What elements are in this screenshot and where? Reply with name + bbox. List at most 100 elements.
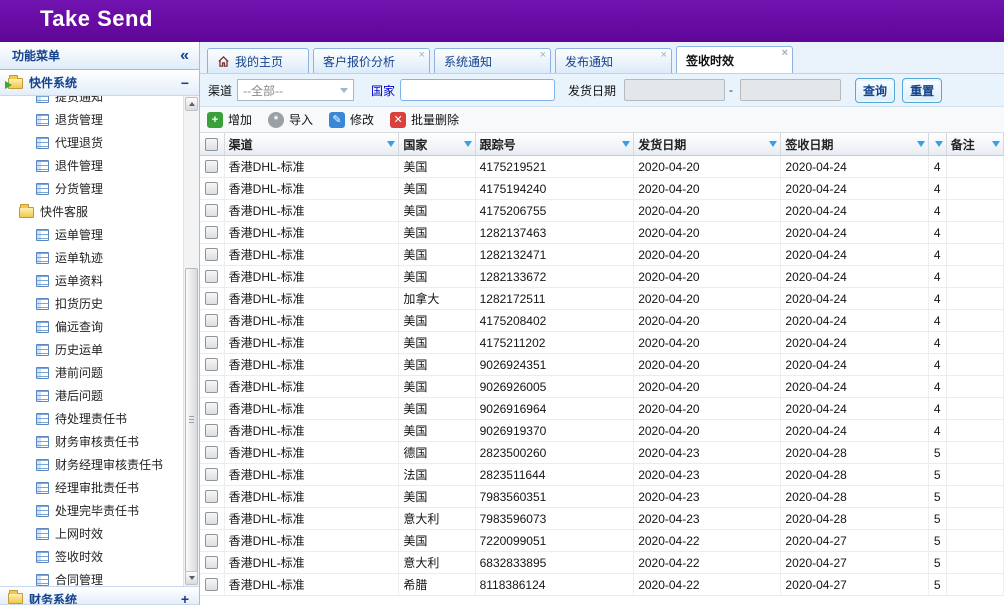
sidebar-item-退货管理[interactable]: 退货管理 [0,108,182,131]
close-tab-icon[interactable]: × [540,50,546,61]
row-checkbox[interactable] [205,270,218,283]
sort-icon[interactable] [992,141,1000,147]
sidebar: 功能菜单 « 快件系统 − 提货通知退货管理代理退货退件管理分货管理快件客服运单… [0,42,200,605]
sidebar-item-偏远查询[interactable]: 偏远查询 [0,315,182,338]
cell: 美国 [399,156,475,177]
row-checkbox[interactable] [205,556,218,569]
sidebar-item-港后问题[interactable]: 港后问题 [0,384,182,407]
grid-icon [36,252,49,264]
search-button[interactable]: 查询 [855,78,895,103]
row-checkbox[interactable] [205,446,218,459]
sidebar-item-港前问题[interactable]: 港前问题 [0,361,182,384]
column-header-国家[interactable]: 国家 [399,133,475,155]
row-checkbox[interactable] [205,578,218,591]
sort-icon[interactable] [464,141,472,147]
tab-发布通知[interactable]: 发布通知× [555,48,672,73]
close-tab-icon[interactable]: × [661,50,667,61]
row-checkbox-cell [200,398,225,419]
row-checkbox[interactable] [205,468,218,481]
reset-button[interactable]: 重置 [902,78,942,103]
row-checkbox[interactable] [205,512,218,525]
sidebar-item-运单轨迹[interactable]: 运单轨迹 [0,246,182,269]
close-tab-icon[interactable]: × [419,50,425,61]
cell: 2020-04-24 [781,266,928,287]
sidebar-item-历史运单[interactable]: 历史运单 [0,338,182,361]
sidebar-item-经理审批责任书[interactable]: 经理审批责任书 [0,476,182,499]
collapse-sidebar-icon[interactable]: « [180,47,189,65]
sort-icon[interactable] [769,141,777,147]
expand-section-icon[interactable]: + [181,591,189,605]
cell: 2020-04-24 [781,244,928,265]
row-checkbox[interactable] [205,424,218,437]
sidebar-item-label: 待处理责任书 [55,410,127,427]
column-header-days[interactable] [929,133,947,155]
sidebar-section-finance[interactable]: 财务系统 + [0,586,199,605]
导入-button[interactable]: *导入 [268,111,313,128]
cell: 2823511644 [476,464,635,485]
sidebar-scrollbar[interactable] [183,96,199,586]
sidebar-item-提货通知[interactable]: 提货通知 [0,96,182,108]
sidebar-item-label: 运单管理 [55,226,103,243]
row-checkbox[interactable] [205,248,218,261]
sidebar-item-签收时效[interactable]: 签收时效 [0,545,182,568]
row-checkbox[interactable] [205,204,218,217]
date-from-input[interactable] [624,79,725,101]
row-checkbox[interactable] [205,380,218,393]
row-checkbox[interactable] [205,358,218,371]
sidebar-item-运单资料[interactable]: 运单资料 [0,269,182,292]
row-checkbox[interactable] [205,490,218,503]
row-checkbox[interactable] [205,182,218,195]
sort-icon[interactable] [935,141,943,147]
tab-签收时效[interactable]: 签收时效× [676,46,793,73]
scrollbar-thumb[interactable] [185,268,198,572]
column-header-发货日期[interactable]: 发货日期 [634,133,781,155]
row-checkbox[interactable] [205,534,218,547]
sidebar-item-财务审核责任书[interactable]: 财务审核责任书 [0,430,182,453]
sidebar-item-退件管理[interactable]: 退件管理 [0,154,182,177]
增加-button[interactable]: +增加 [207,111,252,128]
sidebar-item-快件客服[interactable]: 快件客服 [0,200,182,223]
row-checkbox[interactable] [205,160,218,173]
sidebar-item-分货管理[interactable]: 分货管理 [0,177,182,200]
sort-icon[interactable] [622,141,630,147]
country-input[interactable] [400,79,555,101]
sidebar-item-财务经理审核责任书[interactable]: 财务经理审核责任书 [0,453,182,476]
tab-我的主页[interactable]: 我的主页 [207,48,309,73]
column-header-备注[interactable]: 备注 [947,133,1004,155]
close-tab-icon[interactable]: × [782,48,788,59]
sort-icon[interactable] [387,141,395,147]
scroll-up-button[interactable] [185,97,198,111]
sidebar-item-待处理责任书[interactable]: 待处理责任书 [0,407,182,430]
row-checkbox[interactable] [205,314,218,327]
section-label: 快件系统 [29,74,181,91]
sidebar-item-合同管理[interactable]: 合同管理 [0,568,182,586]
grid-icon [36,298,49,310]
sort-icon[interactable] [917,141,925,147]
tab-客户报价分析[interactable]: 客户报价分析× [313,48,430,73]
column-header-渠道[interactable]: 渠道 [225,133,400,155]
row-checkbox[interactable] [205,402,218,415]
修改-button[interactable]: ✎修改 [329,111,374,128]
cell: 香港DHL-标准 [225,200,400,221]
sidebar-item-扣货历史[interactable]: 扣货历史 [0,292,182,315]
column-header-签收日期[interactable]: 签收日期 [781,133,928,155]
sidebar-section-express[interactable]: 快件系统 − [0,70,199,96]
sidebar-item-代理退货[interactable]: 代理退货 [0,131,182,154]
row-checkbox[interactable] [205,226,218,239]
collapse-section-icon[interactable]: − [181,75,189,91]
scroll-down-button[interactable] [185,571,198,585]
date-to-input[interactable] [740,79,841,101]
cell: 4175219521 [476,156,635,177]
channel-select[interactable]: --全部-- [237,79,354,101]
grid-icon [36,114,49,126]
cell: 美国 [399,420,475,441]
sidebar-item-上网时效[interactable]: 上网时效 [0,522,182,545]
row-checkbox[interactable] [205,336,218,349]
sidebar-item-处理完毕责任书[interactable]: 处理完毕责任书 [0,499,182,522]
row-checkbox[interactable] [205,292,218,305]
tab-系统通知[interactable]: 系统通知× [434,48,551,73]
column-header-跟踪号[interactable]: 跟踪号 [476,133,635,155]
批量删除-button[interactable]: ✕批量删除 [390,111,459,128]
sidebar-item-运单管理[interactable]: 运单管理 [0,223,182,246]
select-all-checkbox[interactable] [205,138,218,151]
